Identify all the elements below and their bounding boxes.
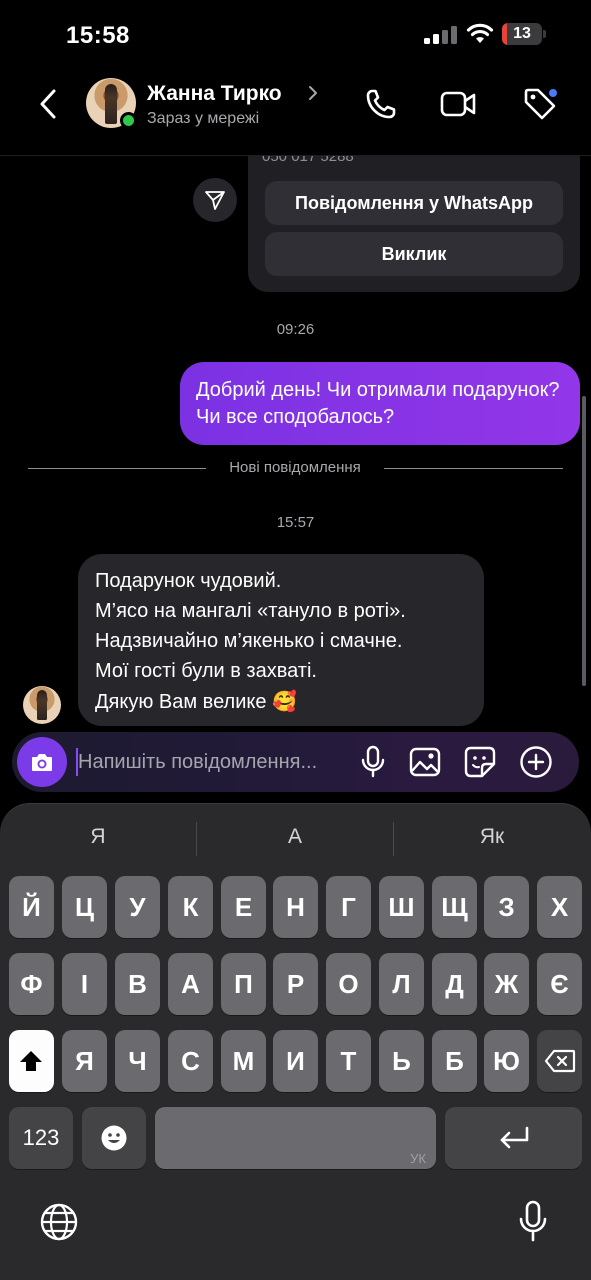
- key[interactable]: В: [115, 953, 160, 1015]
- backspace-icon: [544, 1049, 576, 1073]
- key[interactable]: М: [221, 1030, 266, 1092]
- key[interactable]: Я: [62, 1030, 107, 1092]
- signal-icon: [424, 26, 457, 44]
- suggestion-bar: Я А Як: [0, 814, 591, 860]
- sticker-icon[interactable]: [464, 746, 496, 778]
- phone-icon[interactable]: [364, 87, 398, 121]
- key[interactable]: Б: [432, 1030, 477, 1092]
- microphone-icon[interactable]: [360, 745, 386, 779]
- key[interactable]: Х: [537, 876, 582, 938]
- key[interactable]: Щ: [432, 876, 477, 938]
- shift-key[interactable]: [9, 1030, 54, 1092]
- smiling-face-with-hearts-emoji: 🥰: [272, 689, 297, 713]
- message-composer: [12, 732, 579, 792]
- key[interactable]: С: [168, 1030, 213, 1092]
- delete-key[interactable]: [537, 1030, 582, 1092]
- key[interactable]: Л: [379, 953, 424, 1015]
- new-messages-divider: Нові повідомлення: [28, 458, 563, 478]
- contact-card-phone: 050 017 5288: [262, 156, 354, 165]
- numbers-key[interactable]: 123: [9, 1107, 73, 1169]
- camera-button[interactable]: [17, 737, 67, 787]
- suggestion[interactable]: А: [197, 814, 393, 860]
- key[interactable]: Г: [326, 876, 371, 938]
- suggestion[interactable]: Я: [0, 814, 196, 860]
- key[interactable]: Т: [326, 1030, 371, 1092]
- message-input[interactable]: [78, 732, 348, 792]
- suggestion[interactable]: Як: [394, 814, 590, 860]
- battery-indicator: 13: [502, 23, 546, 45]
- emoji-key[interactable]: [82, 1107, 146, 1169]
- space-key[interactable]: УК: [155, 1107, 436, 1169]
- incoming-message[interactable]: Подарунок чудовий. М’ясо на мангалі «тан…: [78, 554, 484, 726]
- outgoing-message[interactable]: Добрий день! Чи отримали подарунок? Чи в…: [180, 362, 580, 445]
- message-timestamp: 09:26: [276, 321, 315, 338]
- key[interactable]: І: [62, 953, 107, 1015]
- key[interactable]: Й: [9, 876, 54, 938]
- new-messages-label: Нові повідомлення: [229, 459, 361, 476]
- wifi-icon: [466, 23, 494, 43]
- key[interactable]: А: [168, 953, 213, 1015]
- return-key[interactable]: [445, 1107, 582, 1169]
- whatsapp-message-button[interactable]: Повідомлення у WhatsApp: [265, 181, 563, 225]
- message-line: Надзвичайно м’якенько і смачне.: [95, 630, 403, 652]
- share-button[interactable]: [193, 178, 237, 222]
- key[interactable]: Є: [537, 953, 582, 1015]
- key[interactable]: У: [115, 876, 160, 938]
- contact-status: Зараз у мережі: [147, 110, 260, 127]
- key[interactable]: Ч: [115, 1030, 160, 1092]
- key[interactable]: Ц: [62, 876, 107, 938]
- microphone-icon[interactable]: [518, 1200, 548, 1244]
- keyboard-language: УК: [410, 1151, 426, 1166]
- key[interactable]: Ю: [484, 1030, 529, 1092]
- message-line: М’ясо на мангалі «тануло в роті».: [95, 600, 406, 622]
- chevron-right-icon[interactable]: [307, 84, 319, 102]
- key[interactable]: З: [484, 876, 529, 938]
- contact-card: 050 017 5288 Повідомлення у WhatsApp Вик…: [248, 156, 580, 292]
- status-time: 15:58: [66, 22, 130, 49]
- battery-percent: 13: [513, 25, 531, 42]
- message-line: Подарунок чудовий.: [95, 570, 282, 592]
- key[interactable]: И: [273, 1030, 318, 1092]
- status-bar: 15:58 13: [0, 0, 591, 70]
- key[interactable]: Ш: [379, 876, 424, 938]
- online-status-dot: [120, 112, 137, 129]
- key[interactable]: Ж: [484, 953, 529, 1015]
- message-timestamp: 15:57: [276, 514, 315, 531]
- keyboard: Я А Як Й Ц У К Е Н Г Ш Щ З Х Ф І В А П Р…: [0, 803, 591, 1280]
- message-line: Дякую Вам велике 🥰: [95, 689, 297, 713]
- key[interactable]: К: [168, 876, 213, 938]
- key[interactable]: Е: [221, 876, 266, 938]
- key[interactable]: Ф: [9, 953, 54, 1015]
- sender-avatar[interactable]: [23, 686, 61, 724]
- key[interactable]: П: [221, 953, 266, 1015]
- key[interactable]: Р: [273, 953, 318, 1015]
- plus-circle-icon[interactable]: [519, 745, 553, 779]
- chat-scrollbar[interactable]: [582, 396, 586, 686]
- camera-icon: [32, 754, 52, 771]
- shift-icon: [20, 1051, 42, 1071]
- chevron-left-icon[interactable]: [34, 87, 64, 121]
- tag-icon[interactable]: [522, 86, 558, 122]
- emoji-icon: [101, 1125, 127, 1151]
- message-line: Мої гості були в захваті.: [95, 660, 317, 682]
- chat-header: Жанна Тирко Зараз у мережі: [0, 70, 591, 156]
- key[interactable]: О: [326, 953, 371, 1015]
- key[interactable]: Н: [273, 876, 318, 938]
- globe-icon[interactable]: [38, 1201, 80, 1243]
- chat-area[interactable]: 050 017 5288 Повідомлення у WhatsApp Вик…: [0, 156, 591, 736]
- contact-name[interactable]: Жанна Тирко: [147, 82, 282, 106]
- key[interactable]: Ь: [379, 1030, 424, 1092]
- video-camera-icon[interactable]: [440, 90, 476, 118]
- call-button[interactable]: Виклик: [265, 232, 563, 276]
- send-icon: [205, 191, 225, 210]
- return-icon: [500, 1126, 529, 1149]
- key[interactable]: Д: [432, 953, 477, 1015]
- image-icon[interactable]: [409, 746, 441, 778]
